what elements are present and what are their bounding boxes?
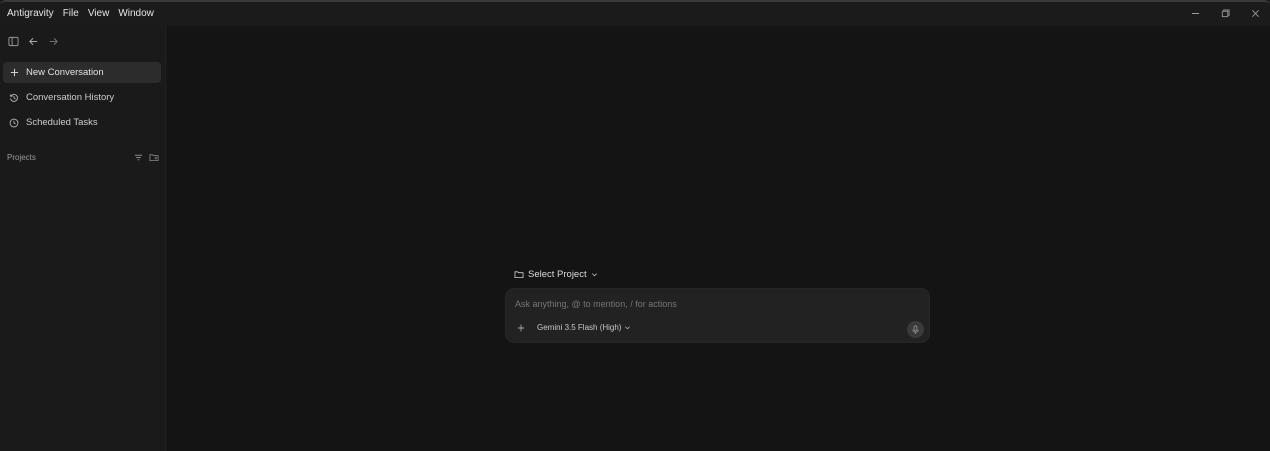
composer-toolbar: Gemini 3.5 Flash (High) [516,323,631,332]
menu-window[interactable]: Window [115,2,157,26]
arrow-left-icon [28,37,37,45]
folder-plus-icon [149,153,159,161]
menu-file[interactable]: File [60,2,82,26]
arrow-right-icon [49,37,58,45]
chevron-down-icon [624,324,631,331]
title-bar: Antigravity File View Window [0,2,1270,26]
close-button[interactable] [1240,2,1270,24]
sidebar-item-label: Scheduled Tasks [26,117,98,128]
menu-view[interactable]: View [85,2,113,26]
new-project-folder-button[interactable] [149,153,159,162]
model-selector[interactable]: Gemini 3.5 Flash (High) [537,323,631,332]
menu-bar: Antigravity File View Window [0,2,160,26]
sidebar-item-label: Conversation History [26,92,115,103]
filter-projects-button[interactable] [134,153,143,162]
select-project-label: Select Project [528,268,587,280]
microphone-icon [912,324,919,334]
filter-icon [134,154,143,160]
select-project-dropdown[interactable]: Select Project [514,267,598,281]
sidebar-nav-controls [4,32,64,50]
sidebar-item-scheduled-tasks[interactable]: Scheduled Tasks [3,112,161,133]
projects-header: Projects [7,151,159,163]
sidebar-item-conversation-history[interactable]: Conversation History [3,87,161,108]
sidebar: New Conversation Conversation History Sc… [0,26,166,451]
app-window: Antigravity File View Window New Convers… [0,0,1270,451]
folder-icon [514,270,524,279]
voice-input-button[interactable] [907,321,924,338]
main-panel: Select Project Gemini 3.5 Flash (High) [167,26,1270,451]
chat-composer: Gemini 3.5 Flash (High) [505,288,930,343]
close-icon [1251,9,1259,17]
chevron-down-icon [591,271,598,278]
plus-icon [517,324,525,331]
model-label: Gemini 3.5 Flash (High) [537,323,622,332]
sidebar-panel-icon [7,36,19,46]
restore-button[interactable] [1210,2,1240,24]
add-context-button[interactable] [516,324,526,332]
sidebar-item-label: New Conversation [26,67,104,78]
projects-label: Projects [7,152,36,162]
chat-input[interactable] [515,297,895,311]
window-controls [1180,2,1270,26]
minimize-icon [1191,12,1199,14]
restore-icon [1221,8,1230,17]
plus-icon [8,67,20,79]
forward-button[interactable] [44,32,62,50]
minimize-button[interactable] [1180,2,1210,24]
history-icon [8,92,20,104]
menu-app-name[interactable]: Antigravity [4,2,57,26]
back-button[interactable] [24,32,42,50]
sidebar-item-new-conversation[interactable]: New Conversation [3,62,161,83]
projects-actions [128,153,159,162]
clock-icon [8,117,20,129]
toggle-sidebar-button[interactable] [4,32,22,50]
